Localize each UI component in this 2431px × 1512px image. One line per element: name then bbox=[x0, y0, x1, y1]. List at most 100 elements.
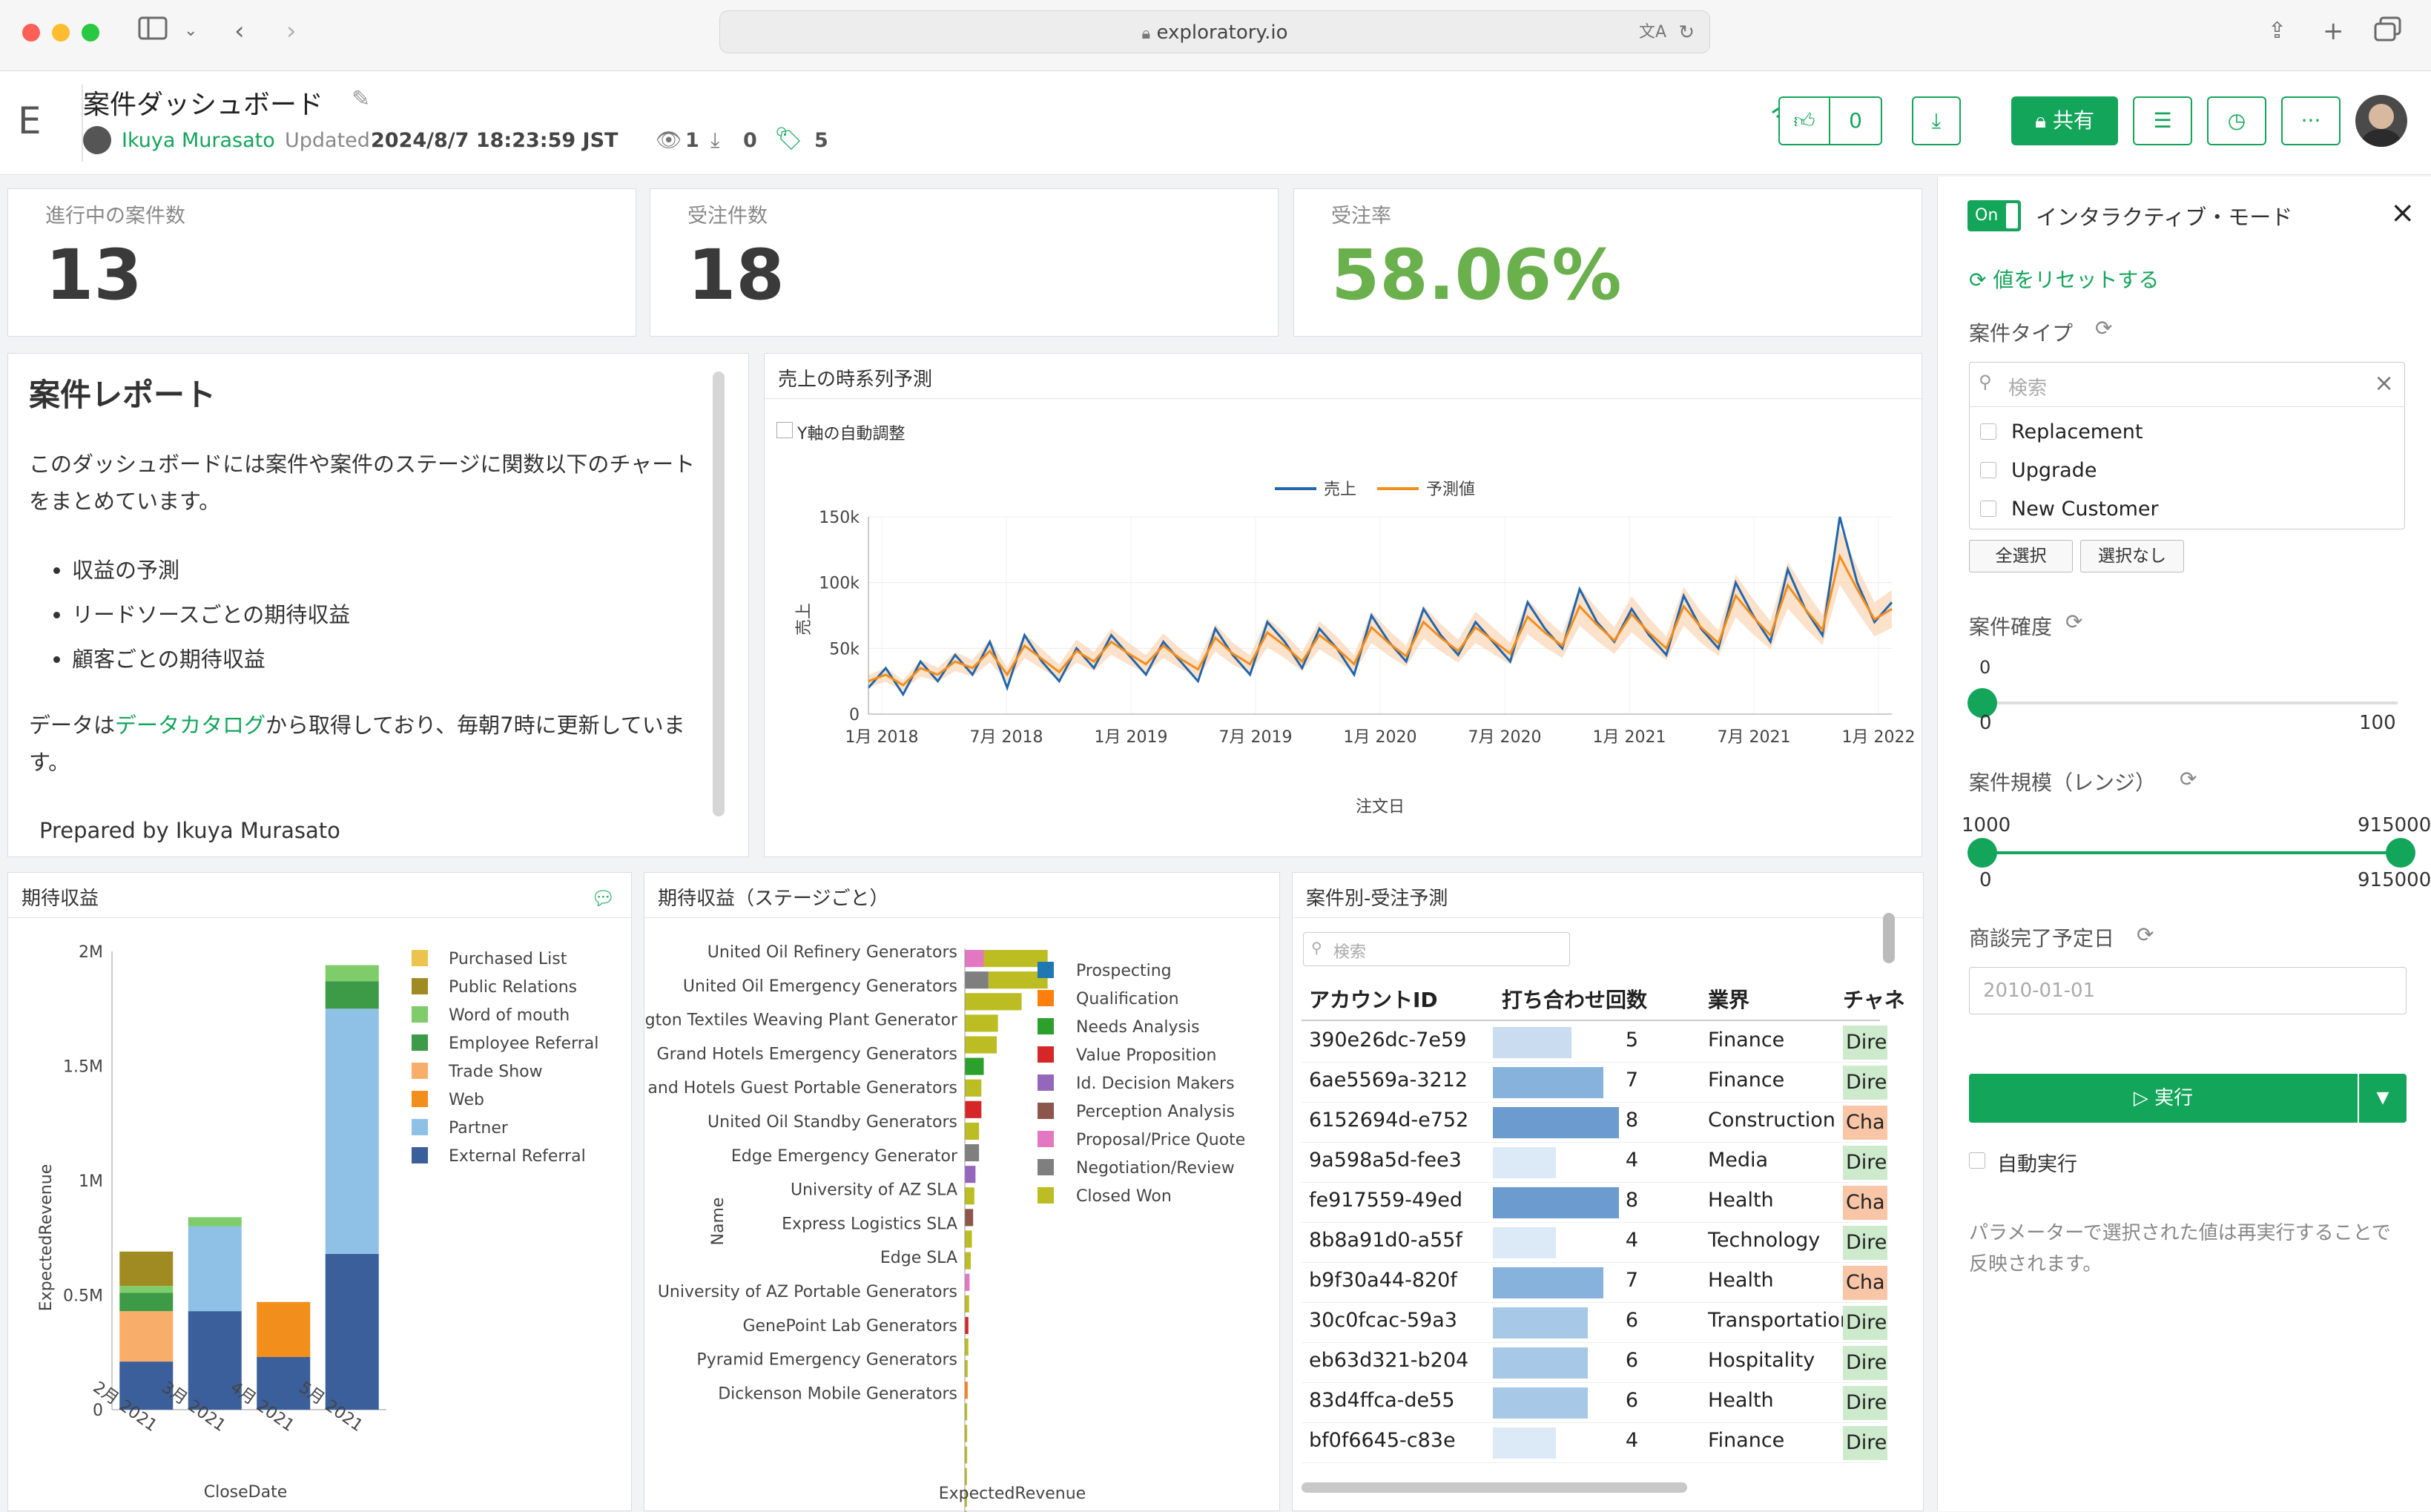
y-tick-label: Edge SLA bbox=[880, 1249, 957, 1267]
meetings-bar bbox=[1493, 1027, 1572, 1058]
legend-label: Perception Analysis bbox=[1076, 1103, 1235, 1121]
table-horizontal-scrollbar[interactable] bbox=[1302, 1482, 1687, 1493]
probability-slider[interactable] bbox=[1967, 688, 2398, 718]
legend-label: 予測値 bbox=[1426, 481, 1475, 499]
more-button[interactable]: ··· bbox=[2281, 96, 2341, 145]
clear-search-icon[interactable]: × bbox=[2374, 369, 2394, 397]
bar-segment bbox=[119, 1293, 174, 1312]
x-tick-label: 7月 2021 bbox=[1718, 728, 1791, 747]
auto-run-label: 自動実行 bbox=[1997, 1153, 2077, 1176]
reload-icon[interactable]: ↻ bbox=[1678, 11, 1695, 54]
y-tick-label: United Oil Refinery Generators bbox=[707, 943, 957, 962]
column-header[interactable]: チャネ bbox=[1843, 984, 1905, 1014]
toggle-label: On bbox=[1975, 206, 1999, 225]
edit-title-icon[interactable]: ✎ bbox=[352, 86, 370, 112]
tab-overview-icon[interactable] bbox=[2373, 16, 2403, 50]
meetings-bar bbox=[1493, 1347, 1588, 1379]
play-icon: ▷ bbox=[2133, 1087, 2148, 1109]
meetings-cell: 5 bbox=[1625, 1029, 1638, 1052]
probability-max: 100 bbox=[2359, 712, 2396, 734]
bar-segment bbox=[965, 1273, 970, 1291]
y-tick-label: 1.5M bbox=[63, 1058, 103, 1077]
legend-label: Closed Won bbox=[1076, 1187, 1172, 1206]
option-label[interactable]: Replacement bbox=[2011, 420, 2143, 443]
stage-revenue-chart: United Oil Refinery Generators United Oil… bbox=[645, 943, 1245, 1512]
x-tick-label: 1月 2022 bbox=[1842, 728, 1916, 747]
probability-refresh-icon[interactable]: ⟳ bbox=[2065, 610, 2082, 634]
history-button[interactable]: ◷ bbox=[2207, 96, 2266, 145]
like-button[interactable]: 👍︎ 0 bbox=[1778, 96, 1882, 145]
sidebar-toggle-icon[interactable] bbox=[138, 16, 168, 47]
option-checkbox[interactable] bbox=[1980, 423, 1996, 440]
comment-icon[interactable]: 💬︎ bbox=[591, 888, 616, 910]
user-avatar[interactable] bbox=[2355, 95, 2407, 147]
close-date-input[interactable]: 2010-01-01 bbox=[1969, 967, 2407, 1014]
report-scrollbar[interactable] bbox=[713, 372, 725, 816]
meetings-bar bbox=[1493, 1107, 1619, 1138]
x-tick-label: 1月 2021 bbox=[1593, 728, 1666, 747]
reset-values-link[interactable]: ⟳ 値をリセットする bbox=[1969, 264, 2159, 294]
more-icon: ··· bbox=[2300, 108, 2321, 133]
deal-type-refresh-icon[interactable]: ⟳ bbox=[2095, 316, 2112, 340]
option-label[interactable]: New Customer bbox=[2011, 498, 2159, 521]
translate-icon[interactable]: 文A bbox=[1639, 11, 1666, 54]
column-header[interactable]: 打ち合わせ回数 bbox=[1502, 984, 1647, 1014]
deal-size-slider[interactable] bbox=[1967, 838, 2415, 868]
deal-table: アカウントID 打ち合わせ回数 業界 チャネ 390e26dc-7e59 5 Finance… bbox=[1293, 873, 1923, 1511]
download-button[interactable]: ⤓ bbox=[1912, 96, 1961, 145]
close-window-button[interactable] bbox=[22, 24, 40, 42]
bar-segment bbox=[965, 993, 1022, 1011]
auto-y-checkbox[interactable] bbox=[776, 422, 793, 438]
y-tick-label: Pyramid Emergency Generators bbox=[696, 1351, 957, 1370]
tag-icon[interactable]: 🏷︎ bbox=[774, 126, 802, 152]
run-options-button[interactable]: ▼ bbox=[2359, 1074, 2407, 1123]
author-avatar bbox=[83, 126, 111, 154]
column-header[interactable]: 業界 bbox=[1708, 984, 1749, 1014]
run-button[interactable]: ▷ 実行 bbox=[1969, 1074, 2358, 1123]
bullet-item: 収益の予測 bbox=[72, 548, 350, 592]
meetings-bar bbox=[1493, 1307, 1588, 1338]
option-label[interactable]: Upgrade bbox=[2011, 459, 2097, 482]
auto-run-checkbox[interactable] bbox=[1969, 1152, 1985, 1169]
y-tick-label: 2M bbox=[79, 943, 103, 962]
option-checkbox[interactable] bbox=[1980, 462, 1996, 478]
data-catalog-link[interactable]: データカタログ bbox=[115, 713, 265, 738]
meetings-cell: 6 bbox=[1625, 1349, 1638, 1372]
industry-cell: Finance bbox=[1708, 1429, 1785, 1452]
industry-cell: Health bbox=[1708, 1389, 1774, 1412]
minimize-window-button[interactable] bbox=[52, 24, 70, 42]
meetings-cell: 7 bbox=[1625, 1269, 1638, 1292]
option-checkbox[interactable] bbox=[1980, 501, 1996, 517]
share-icon[interactable]: ⇪ bbox=[2268, 16, 2286, 46]
legend-swatch bbox=[412, 1091, 428, 1107]
close-panel-icon[interactable]: × bbox=[2390, 196, 2415, 230]
column-header[interactable]: アカウントID bbox=[1309, 984, 1438, 1014]
share-button[interactable]: 🔒︎ 共有 bbox=[2011, 96, 2118, 145]
probability-min: 0 bbox=[1979, 712, 1992, 734]
legend-label: Proposal/Price Quote bbox=[1076, 1131, 1245, 1149]
bar-segment bbox=[325, 981, 379, 1009]
new-tab-icon[interactable]: + bbox=[2323, 16, 2344, 46]
close-date-refresh-icon[interactable]: ⟳ bbox=[2137, 922, 2154, 947]
slider-thumb-low[interactable] bbox=[1967, 838, 1997, 868]
select-all-button[interactable]: 全選択 bbox=[1969, 540, 2073, 572]
slider-thumb-high[interactable] bbox=[2386, 838, 2415, 868]
address-bar[interactable]: 🔒︎ exploratory.io 文A ↻ bbox=[719, 10, 1710, 53]
bar-segment bbox=[965, 1144, 980, 1162]
deal-size-refresh-icon[interactable]: ⟳ bbox=[2180, 767, 2197, 791]
legend-swatch bbox=[1038, 962, 1054, 978]
forward-icon[interactable]: › bbox=[286, 16, 297, 46]
chevron-down-icon[interactable]: ⌄ bbox=[184, 16, 197, 46]
zoom-window-button[interactable] bbox=[82, 24, 99, 42]
deal-size-high: 915000 bbox=[2358, 814, 2431, 836]
app-logo[interactable]: E bbox=[18, 99, 42, 142]
select-none-button[interactable]: 選択なし bbox=[2080, 540, 2184, 572]
bullet-item: 顧客ごとの期待収益 bbox=[72, 637, 350, 681]
parameters-button[interactable]: ☰ bbox=[2133, 96, 2192, 145]
account-id-cell: bf0f6645-c83e bbox=[1309, 1429, 1456, 1452]
interactive-toggle[interactable]: On bbox=[1967, 200, 2021, 231]
deal-type-search-input[interactable]: ⚲ 検索 × bbox=[1970, 363, 2404, 407]
author-link[interactable]: Ikuya Murasato bbox=[122, 129, 275, 152]
back-icon[interactable]: ‹ bbox=[234, 16, 245, 46]
legend-swatch bbox=[412, 1034, 428, 1051]
